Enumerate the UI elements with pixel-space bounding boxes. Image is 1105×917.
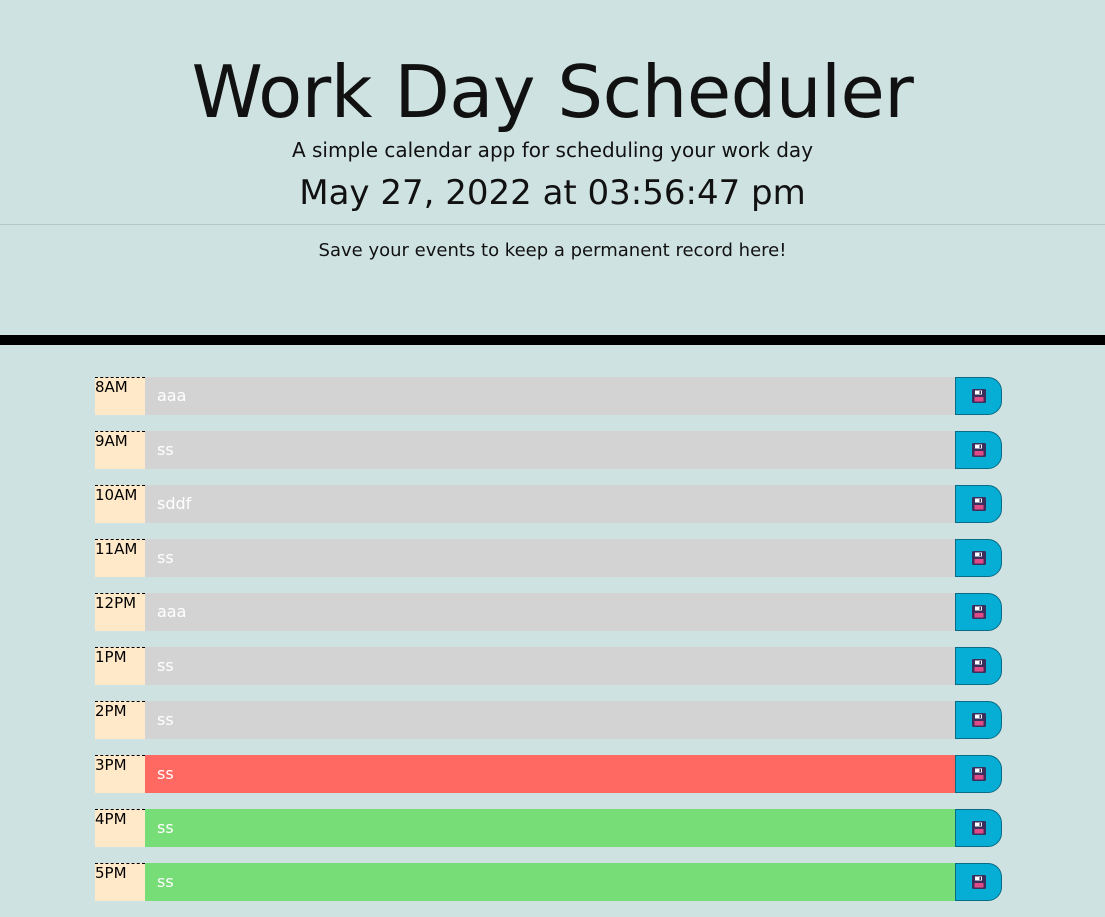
floppy-disk-icon (971, 497, 986, 511)
save-button[interactable] (955, 593, 1002, 631)
time-block-row: 11AM (95, 539, 1002, 577)
hour-label: 8AM (95, 377, 145, 415)
header-border (0, 335, 1105, 345)
time-block-row: 10AM (95, 485, 1002, 523)
event-description-input[interactable] (145, 377, 955, 415)
time-block-row: 2PM (95, 701, 1002, 739)
current-datetime: May 27, 2022 at 03:56:47 pm (299, 173, 806, 213)
time-block-row: 12PM (95, 593, 1002, 631)
time-block-row: 5PM (95, 863, 1002, 901)
save-button[interactable] (955, 539, 1002, 577)
floppy-disk-icon (971, 875, 986, 889)
time-block-row: 9AM (95, 431, 1002, 469)
hour-label: 11AM (95, 539, 145, 577)
header: Work Day Scheduler A simple calendar app… (0, 0, 1105, 335)
event-description-input[interactable] (145, 701, 955, 739)
save-note: Save your events to keep a permanent rec… (318, 240, 787, 261)
save-button[interactable] (955, 647, 1002, 685)
floppy-disk-icon (971, 389, 986, 403)
hour-label: 12PM (95, 593, 145, 631)
event-description-input[interactable] (145, 593, 955, 631)
time-block-row: 1PM (95, 647, 1002, 685)
event-description-input[interactable] (145, 647, 955, 685)
time-block-row: 8AM (95, 377, 1002, 415)
save-button[interactable] (955, 755, 1002, 793)
hour-label: 2PM (95, 701, 145, 739)
divider (0, 224, 1105, 225)
save-button[interactable] (955, 809, 1002, 847)
event-description-input[interactable] (145, 755, 955, 793)
event-description-input[interactable] (145, 863, 955, 901)
event-description-input[interactable] (145, 809, 955, 847)
event-description-input[interactable] (145, 485, 955, 523)
hour-label: 5PM (95, 863, 145, 901)
floppy-disk-icon (971, 605, 986, 619)
hour-label: 9AM (95, 431, 145, 469)
floppy-disk-icon (971, 551, 986, 565)
floppy-disk-icon (971, 659, 986, 673)
hour-label: 3PM (95, 755, 145, 793)
floppy-disk-icon (971, 821, 986, 835)
event-description-input[interactable] (145, 431, 955, 469)
floppy-disk-icon (971, 443, 986, 457)
save-button[interactable] (955, 863, 1002, 901)
page-title: Work Day Scheduler (191, 50, 914, 134)
hour-label: 10AM (95, 485, 145, 523)
save-button[interactable] (955, 377, 1002, 415)
hour-label: 1PM (95, 647, 145, 685)
event-description-input[interactable] (145, 539, 955, 577)
save-button[interactable] (955, 431, 1002, 469)
page-subtitle: A simple calendar app for scheduling you… (291, 138, 814, 162)
time-block-row: 3PM (95, 755, 1002, 793)
floppy-disk-icon (971, 713, 986, 727)
save-button[interactable] (955, 485, 1002, 523)
time-block-list: 8AM 9AM 10AM 11AM 12PM 1PM 2PM 3PM 4PM 5PM (95, 377, 1002, 917)
time-block-row: 4PM (95, 809, 1002, 847)
hour-label: 4PM (95, 809, 145, 847)
save-button[interactable] (955, 701, 1002, 739)
floppy-disk-icon (971, 767, 986, 781)
